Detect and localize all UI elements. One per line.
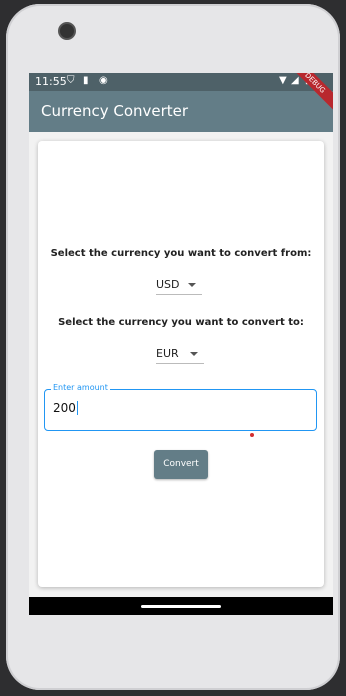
amount-input[interactable]: 200 (53, 401, 78, 415)
status-bar: 11:55 ⛉ ▮ ◉ ▼ ◢ ▮ (29, 73, 333, 91)
status-time: 11:55 (35, 75, 67, 88)
debug-banner: DEBUG (293, 73, 333, 113)
data-saver-icon: ◉ (99, 75, 108, 86)
convert-button[interactable]: Convert (154, 450, 208, 479)
debug-ribbon-label: DEBUG (293, 73, 333, 113)
indicator-dot (250, 433, 254, 437)
chevron-down-icon (188, 283, 196, 287)
from-currency-value: USD (156, 278, 180, 291)
device-frame: 11:55 ⛉ ▮ ◉ ▼ ◢ ▮ Currency Converter DEB… (6, 4, 340, 690)
device-screen: 11:55 ⛉ ▮ ◉ ▼ ◢ ▮ Currency Converter DEB… (29, 73, 333, 615)
chevron-down-icon (190, 352, 198, 356)
app-title: Currency Converter (41, 102, 189, 120)
to-currency-dropdown[interactable]: EUR (156, 343, 204, 364)
shield-icon: ⛉ (67, 75, 75, 86)
amount-field-label: Enter amount (51, 383, 110, 392)
home-gesture-bar[interactable] (141, 605, 221, 608)
from-currency-dropdown[interactable]: USD (156, 274, 202, 295)
from-currency-label: Select the currency you want to convert … (50, 248, 312, 259)
to-currency-value: EUR (156, 347, 179, 360)
to-currency-label: Select the currency you want to convert … (58, 317, 304, 328)
navigation-bar (29, 597, 333, 615)
amount-field[interactable]: Enter amount 200 (44, 383, 317, 431)
wifi-icon: ▼ (279, 75, 287, 86)
sim-icon: ▮ (83, 75, 89, 86)
app-bar: Currency Converter (29, 91, 333, 132)
converter-card: Select the currency you want to convert … (38, 141, 324, 587)
front-camera (58, 22, 76, 40)
